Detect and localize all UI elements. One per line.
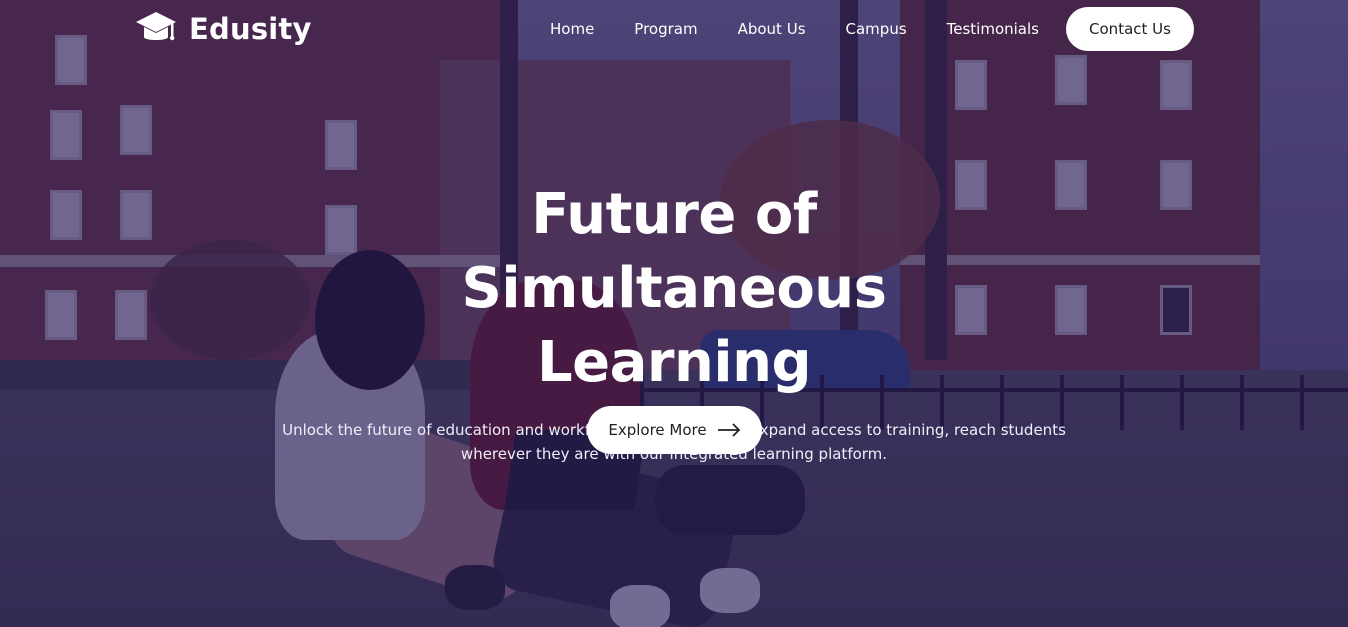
explore-more-button[interactable]: Explore More (587, 406, 762, 454)
brand-name: Edusity (189, 12, 312, 46)
hero-section: Edusity Home Program About Us Campus Tes… (0, 0, 1348, 627)
nav-item-campus[interactable]: Campus (846, 20, 907, 38)
nav-item-home[interactable]: Home (550, 20, 594, 38)
hero-title-line2: Learning (536, 330, 812, 395)
arrow-right-icon (717, 423, 740, 437)
nav-item-testimonials[interactable]: Testimonials (947, 20, 1039, 38)
navbar: Edusity Home Program About Us Campus Tes… (0, 0, 1348, 60)
nav-menu: Home Program About Us Campus Testimonial… (530, 7, 1059, 51)
hero-title-line1: Future of Simultaneous (461, 182, 887, 321)
nav-item-about-us[interactable]: About Us (738, 20, 806, 38)
explore-more-label: Explore More (608, 421, 707, 439)
graduation-cap-icon (136, 12, 176, 41)
brand-logo[interactable]: Edusity (135, 10, 312, 48)
nav-item-program[interactable]: Program (634, 20, 697, 38)
hero-title: Future of Simultaneous Learning (314, 178, 1034, 400)
contact-us-button[interactable]: Contact Us (1066, 7, 1194, 51)
